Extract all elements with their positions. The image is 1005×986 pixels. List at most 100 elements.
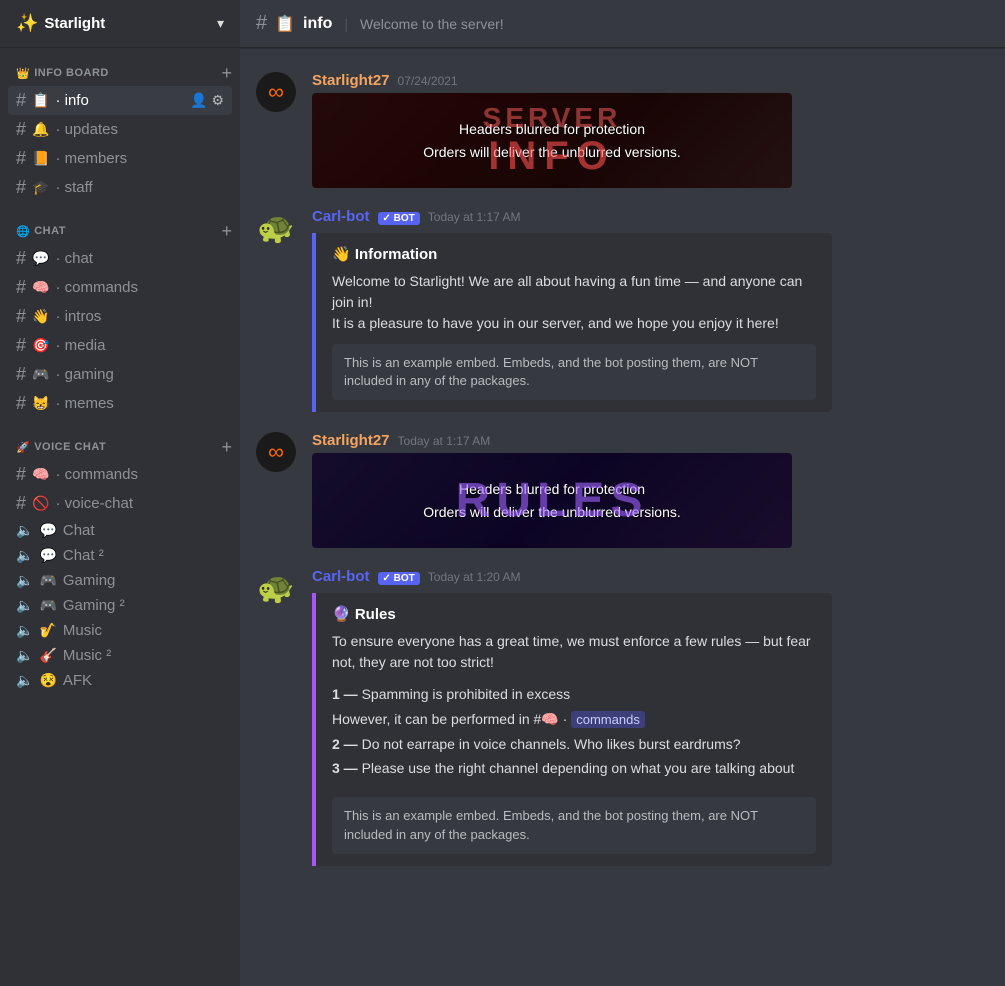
add-channel-voice-chat[interactable]: +	[221, 438, 232, 456]
speaker-icon: 🔈	[16, 522, 33, 539]
voice-channel-gaming2[interactable]: 🔈 🎮 Gaming ²	[8, 593, 232, 618]
avatar-starlight27-1: ∞	[256, 72, 296, 112]
sidebar: ✨ Starlight ▾ 👑 INFO BOARD + # 📋 · info …	[0, 0, 240, 986]
channel-item-gaming[interactable]: # 🎮 · gaming	[8, 360, 232, 389]
channel-item-vc-commands[interactable]: # 🧠 · commands	[8, 460, 232, 489]
channel-emoji-vc-commands: 🧠	[32, 466, 49, 483]
server-name: ✨ Starlight	[16, 13, 105, 34]
category-icon-chat: 🌐	[16, 225, 30, 238]
rule-2: 2 — Do not earrape in voice channels. Wh…	[332, 733, 816, 755]
channel-item-intros[interactable]: # 👋 · intros	[8, 302, 232, 331]
channel-emoji-updates: 🔔	[32, 121, 49, 138]
timestamp-4: Today at 1:20 AM	[428, 570, 521, 584]
voice-channel-chat2[interactable]: 🔈 💬 Chat ²	[8, 543, 232, 568]
channel-emoji-members: 📙	[32, 150, 49, 167]
hash-icon: #	[16, 177, 26, 198]
rules-image: RULES Headers blurred for protectionOrde…	[312, 453, 792, 548]
category-icon-info-board: 👑	[16, 67, 30, 80]
hash-icon: #	[16, 148, 26, 169]
header-channel-name: info	[303, 15, 332, 33]
speaker-icon: 🔈	[16, 622, 33, 639]
message-group-4: 🐢 Carl-bot ✓ BOT Today at 1:20 AM 🔮 Rule…	[240, 560, 1005, 873]
hash-icon: #	[16, 306, 26, 327]
channel-name-voice-chat: · voice-chat	[55, 495, 224, 512]
embed-description-information: Welcome to Starlight! We are all about h…	[332, 271, 816, 334]
channel-actions-info: 👤 ⚙	[190, 92, 224, 109]
settings-icon[interactable]: ⚙	[211, 92, 224, 109]
chevron-down-icon[interactable]: ▾	[217, 15, 224, 32]
category-header-chat[interactable]: 🌐 CHAT +	[0, 222, 240, 244]
channel-name-commands: · commands	[55, 279, 224, 296]
main-content: # 📋 info | Welcome to the server! ∞ Star…	[240, 0, 1005, 986]
channel-emoji-gaming: 🎮	[32, 366, 49, 383]
add-channel-info-board[interactable]: +	[221, 64, 232, 82]
category-label-voice-chat: 🚀 VOICE CHAT	[16, 441, 106, 454]
channel-item-staff[interactable]: # 🎓 · staff	[8, 173, 232, 202]
timestamp-1: 07/24/2021	[398, 74, 458, 88]
category-header-voice-chat[interactable]: 🚀 VOICE CHAT +	[0, 438, 240, 460]
hash-icon: #	[16, 277, 26, 298]
channel-item-media[interactable]: # 🎯 · media	[8, 331, 232, 360]
hash-icon: #	[16, 364, 26, 385]
voice-name-chat2: Chat ²	[63, 547, 224, 564]
hash-icon: #	[16, 464, 26, 485]
channel-emoji-chat: 💬	[32, 250, 49, 267]
channel-item-members[interactable]: # 📙 · members	[8, 144, 232, 173]
username-starlight27-2: Starlight27	[312, 432, 390, 449]
channel-header: # 📋 info | Welcome to the server!	[240, 0, 1005, 48]
channel-emoji-memes: 😸	[32, 395, 49, 412]
hash-icon: #	[16, 248, 26, 269]
speaker-icon: 🔈	[16, 547, 33, 564]
header-channel-emoji: 📋	[275, 14, 295, 34]
channel-emoji-info: 📋	[32, 92, 49, 109]
channel-item-commands[interactable]: # 🧠 · commands	[8, 273, 232, 302]
header-topic: Welcome to the server!	[360, 16, 504, 32]
embed-note-information: This is an example embed. Embeds, and th…	[332, 344, 816, 400]
channel-name-intros: · intros	[55, 308, 224, 325]
server-text-info: INFO	[483, 134, 622, 179]
category-voice-chat: 🚀 VOICE CHAT + # 🧠 · commands # 🚫 · voic…	[0, 422, 240, 697]
rules-text: RULES	[456, 473, 649, 528]
channel-item-memes[interactable]: # 😸 · memes	[8, 389, 232, 418]
message-content-4: Carl-bot ✓ BOT Today at 1:20 AM 🔮 Rules …	[312, 568, 989, 865]
message-header-1: Starlight27 07/24/2021	[312, 72, 989, 89]
voice-name-gaming2: Gaming ²	[63, 597, 224, 614]
channel-name-members: · members	[55, 150, 224, 167]
category-header-info-board[interactable]: 👑 INFO BOARD +	[0, 64, 240, 86]
voice-channel-music[interactable]: 🔈 🎷 Music	[8, 618, 232, 643]
rule-1-num: 1 —	[332, 686, 358, 702]
embed-title-information: 👋 Information	[332, 245, 816, 263]
voice-name-chat: Chat	[63, 522, 224, 539]
voice-channel-afk[interactable]: 🔈 😵 AFK	[8, 668, 232, 693]
channel-item-chat[interactable]: # 💬 · chat	[8, 244, 232, 273]
embed-description-rules: To ensure everyone has a great time, we …	[332, 631, 816, 673]
rule-3-num: 3 —	[332, 760, 358, 776]
add-channel-chat[interactable]: +	[221, 222, 232, 240]
channel-item-info[interactable]: # 📋 · info 👤 ⚙	[8, 86, 232, 115]
channel-item-updates[interactable]: # 🔔 · updates	[8, 115, 232, 144]
category-label-info-board: 👑 INFO BOARD	[16, 67, 109, 80]
message-group-3: ∞ Starlight27 Today at 1:17 AM RULES Hea…	[240, 424, 1005, 556]
voice-channel-music2[interactable]: 🔈 🎸 Music ²	[8, 643, 232, 668]
voice-name-afk: AFK	[63, 672, 224, 689]
speaker-icon: 🔈	[16, 597, 33, 614]
messages-area[interactable]: ∞ Starlight27 07/24/2021 SERVER INFO Hea…	[240, 48, 1005, 986]
channel-name-updates: · updates	[55, 121, 224, 138]
channel-name-memes: · memes	[55, 395, 224, 412]
avatar-carlbot-2: 🐢	[256, 568, 296, 608]
channel-name-gaming: · gaming	[55, 366, 224, 383]
invite-icon[interactable]: 👤	[190, 92, 207, 109]
voice-channel-chat[interactable]: 🔈 💬 Chat	[8, 518, 232, 543]
commands-channel-icon: 🧠	[541, 711, 558, 727]
timestamp-3: Today at 1:17 AM	[398, 434, 491, 448]
voice-emoji-music2: 🎸	[39, 647, 56, 664]
hash-icon: #	[16, 90, 26, 111]
channel-name-media: · media	[55, 337, 224, 354]
server-header[interactable]: ✨ Starlight ▾	[0, 0, 240, 48]
channel-item-voice-chat[interactable]: # 🚫 · voice-chat	[8, 489, 232, 518]
speaker-icon: 🔈	[16, 647, 33, 664]
embed-title-rules: 🔮 Rules	[332, 605, 816, 623]
voice-channel-gaming[interactable]: 🔈 🎮 Gaming	[8, 568, 232, 593]
username-starlight27-1: Starlight27	[312, 72, 390, 89]
category-label-chat: 🌐 CHAT	[16, 225, 66, 238]
